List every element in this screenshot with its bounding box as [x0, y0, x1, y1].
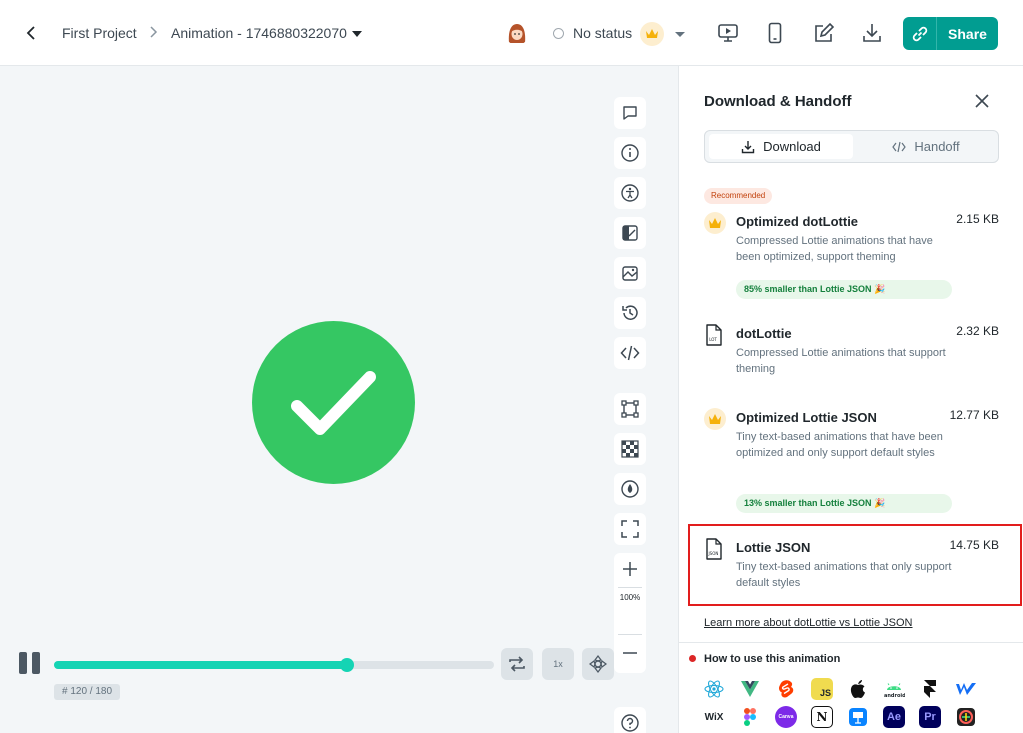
tab-handoff[interactable]: Handoff	[857, 134, 995, 159]
file-size: 12.77 KB	[949, 408, 999, 422]
loop-icon[interactable]	[501, 648, 533, 680]
webflow-icon[interactable]	[955, 678, 977, 700]
format-description: Compressed Lottie animations that suppor…	[736, 347, 946, 375]
after-effects-icon[interactable]: Ae	[883, 706, 905, 728]
transparency-grid-icon[interactable]	[614, 433, 646, 465]
code-icon[interactable]	[614, 337, 646, 369]
savings-badge: 13% smaller than Lottie JSON 🎉	[736, 494, 952, 513]
zoom-controls: 100%	[614, 553, 646, 673]
caret-down-icon[interactable]	[352, 31, 362, 37]
format-description: Tiny text-based animations that have bee…	[736, 431, 943, 459]
status-label[interactable]: No status	[573, 25, 632, 41]
fullscreen-icon[interactable]	[614, 513, 646, 545]
javascript-icon[interactable]: JS	[811, 678, 833, 700]
svg-text:android: android	[884, 693, 905, 699]
download-icon	[741, 140, 755, 153]
breadcrumb-project[interactable]: First Project	[62, 25, 137, 41]
status-radio[interactable]	[553, 28, 564, 39]
crown-icon	[640, 22, 664, 46]
final-cut-icon[interactable]	[955, 706, 977, 728]
tab-download[interactable]: Download	[709, 134, 853, 159]
how-to-use-title: How to use this animation	[704, 653, 841, 665]
learn-more-link[interactable]: Learn more about dotLottie vs Lottie JSO…	[704, 617, 913, 629]
figma-icon[interactable]	[739, 706, 761, 728]
recommended-badge: Recommended	[704, 188, 773, 204]
apple-icon[interactable]	[847, 678, 869, 700]
info-icon[interactable]	[614, 137, 646, 169]
format-option-optimized-lottie-json[interactable]: Optimized Lottie JSON 12.77 KB Tiny text…	[704, 408, 999, 516]
file-size: 2.32 KB	[956, 324, 999, 338]
notification-dot	[689, 655, 696, 662]
wix-icon[interactable]: WiX	[703, 706, 725, 728]
divider	[618, 634, 642, 635]
format-name: Optimized Lottie JSON	[736, 410, 877, 425]
edit-icon[interactable]	[812, 21, 836, 45]
react-icon[interactable]	[703, 678, 725, 700]
preview-screen-icon[interactable]	[716, 21, 740, 45]
crown-icon	[704, 408, 726, 430]
help-icon[interactable]	[614, 707, 646, 733]
crown-icon	[704, 212, 726, 234]
download-handoff-panel: Download & Handoff Download Handoff Reco…	[678, 66, 1023, 733]
savings-badge: 85% smaller than Lottie JSON 🎉	[736, 280, 952, 299]
tab-download-label: Download	[763, 139, 821, 154]
vue-icon[interactable]	[739, 678, 761, 700]
playback-speed-button[interactable]: 1x	[542, 648, 574, 680]
format-option-optimized-dotlottie[interactable]: Optimized dotLottie 2.15 KB Compressed L…	[704, 212, 999, 304]
accessibility-icon[interactable]	[614, 177, 646, 209]
pause-button[interactable]	[19, 652, 41, 674]
mobile-preview-icon[interactable]	[763, 21, 787, 45]
zoom-out-icon[interactable]	[614, 637, 646, 669]
tab-handoff-label: Handoff	[914, 139, 960, 154]
format-description: Compressed Lottie animations that have b…	[736, 235, 933, 263]
share-group: Share	[903, 17, 998, 50]
format-name: Optimized dotLottie	[736, 214, 859, 229]
animation-canvas: 100% # 120 / 180 1x	[0, 66, 678, 733]
timeline-progress	[54, 661, 347, 669]
link-icon[interactable]	[903, 17, 937, 50]
framer-icon[interactable]	[919, 678, 941, 700]
lottie-file-icon: LOT	[704, 324, 726, 346]
code-icon	[892, 141, 907, 152]
divider	[618, 587, 642, 588]
android-icon[interactable]: android	[883, 678, 905, 700]
image-edit-icon[interactable]	[614, 257, 646, 289]
frame-counter: # 120 / 180	[54, 684, 121, 700]
format-name: dotLottie	[736, 326, 792, 341]
format-option-dotlottie[interactable]: LOT dotLottie 2.32 KB Compressed Lottie …	[704, 324, 999, 384]
history-icon[interactable]	[614, 297, 646, 329]
notion-icon[interactable]: N	[811, 706, 833, 728]
timeline-handle[interactable]	[339, 658, 354, 672]
background-color-icon[interactable]	[614, 473, 646, 505]
segment-icon[interactable]	[582, 648, 614, 680]
timeline-scrubber[interactable]	[54, 658, 494, 672]
success-checkmark-animation	[252, 321, 415, 484]
divider	[679, 642, 1023, 643]
comment-icon[interactable]	[614, 97, 646, 129]
selected-format-highlight	[688, 524, 1022, 606]
back-icon[interactable]	[20, 22, 42, 44]
avatar[interactable]	[505, 21, 529, 45]
theme-palette-icon[interactable]	[614, 217, 646, 249]
panel-title: Download & Handoff	[704, 93, 852, 110]
breadcrumb-animation[interactable]: Animation - 1746880322070	[171, 25, 347, 41]
bounding-box-icon[interactable]	[614, 393, 646, 425]
chevron-right-icon	[146, 24, 160, 40]
keynote-icon[interactable]	[847, 706, 869, 728]
download-icon[interactable]	[860, 21, 884, 45]
canva-icon[interactable]: Canva	[775, 706, 797, 728]
close-icon[interactable]	[973, 92, 991, 110]
chevron-down-icon[interactable]	[675, 32, 685, 37]
file-size: 2.15 KB	[956, 212, 999, 226]
top-bar: First Project Animation - 1746880322070 …	[0, 0, 1023, 66]
zoom-level[interactable]: 100%	[614, 593, 646, 602]
share-button[interactable]: Share	[937, 17, 998, 50]
svelte-icon[interactable]	[775, 678, 797, 700]
zoom-in-icon[interactable]	[614, 553, 646, 585]
premiere-pro-icon[interactable]: Pr	[919, 706, 941, 728]
panel-tabs: Download Handoff	[704, 130, 999, 163]
svg-text:LOT: LOT	[709, 337, 717, 342]
